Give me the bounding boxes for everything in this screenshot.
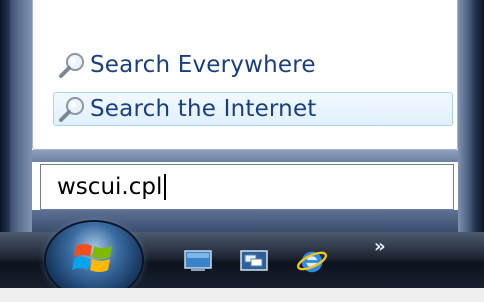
start-menu-frame-right — [474, 0, 484, 232]
text-caret — [164, 174, 167, 200]
magnifier-icon — [54, 51, 90, 79]
search-results-pane: Search Everywhere Search the Internet — [32, 0, 458, 150]
search-input-text: wscui.cpl — [57, 174, 163, 200]
search-the-internet-label: Search the Internet — [90, 96, 317, 122]
search-everywhere-item[interactable]: Search Everywhere — [53, 48, 453, 82]
quick-launch-overflow-button[interactable]: » — [374, 236, 386, 257]
magnifier-icon — [54, 95, 90, 123]
switch-windows-icon[interactable] — [238, 246, 270, 276]
start-search-input[interactable]: wscui.cpl — [40, 164, 454, 210]
windows-logo-icon — [72, 238, 116, 282]
search-the-internet-item[interactable]: Search the Internet — [53, 92, 453, 126]
search-everywhere-label: Search Everywhere — [90, 52, 316, 78]
show-desktop-icon[interactable] — [182, 246, 214, 276]
screen-bottom-edge — [0, 288, 484, 302]
start-menu-frame-strip — [10, 0, 32, 232]
start-button[interactable] — [46, 222, 142, 298]
internet-explorer-icon[interactable] — [296, 246, 328, 276]
start-menu-frame-left — [0, 0, 10, 232]
start-menu-divider — [32, 150, 458, 162]
start-menu-frame-strip-right — [458, 0, 474, 232]
